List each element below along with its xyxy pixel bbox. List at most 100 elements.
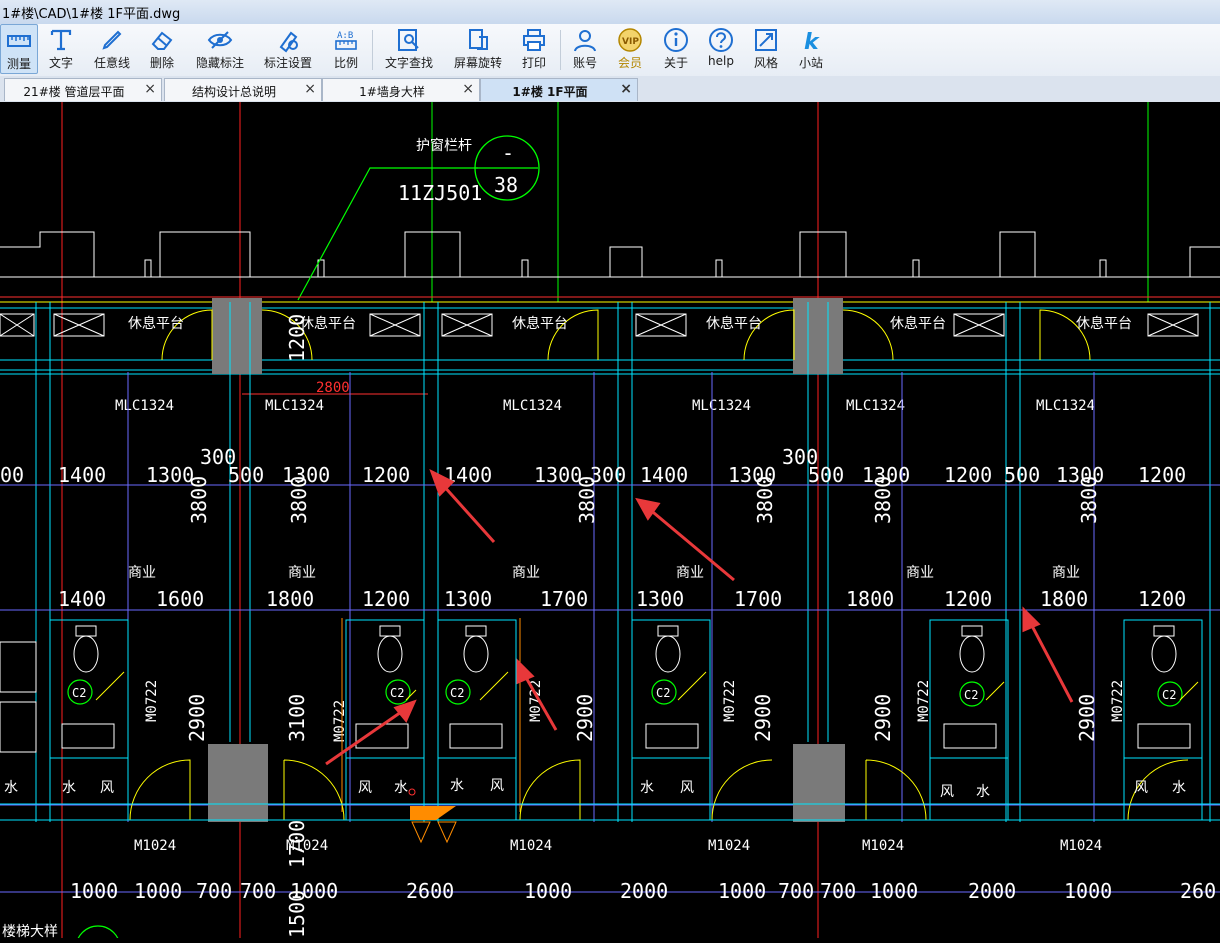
close-icon[interactable]: × [304,81,316,97]
dim-2800: 2800 [316,380,350,396]
dim-value: 1400 [58,463,106,487]
help-button[interactable]: help [702,24,740,74]
about-label: 关于 [663,56,688,70]
vip-button[interactable]: VIP 会员 [610,24,650,74]
freeline-label: 任意线 [93,56,130,70]
hide-annotation-button[interactable]: 隐藏标注 [190,24,250,74]
callout-top: - [502,141,514,165]
svg-text:A:B: A:B [337,31,353,41]
info-icon [664,28,688,52]
annotation-settings-label: 标注设置 [263,56,312,70]
window-code: MLC1324 [503,398,562,414]
svg-text:k: k [804,30,820,53]
shop-label: 商业 [288,565,316,581]
dim-value: 500 [808,463,844,487]
wind-label: 风 [940,784,954,800]
shop-label: 商业 [128,565,156,581]
wind-label: 风 [1134,780,1148,796]
water-label: 水 [1172,780,1186,796]
dim-2900: 2900 [871,694,895,742]
dim-value: 1800 [266,587,314,611]
dim-value: 1000 [718,879,766,903]
measure-label: 测量 [6,57,31,71]
measure-icon [7,35,31,47]
delete-button[interactable]: 删除 [142,24,182,74]
style-icon [755,29,777,51]
close-icon[interactable]: × [462,81,474,97]
scale-button[interactable]: A:B 比例 [326,24,366,74]
toilet-code: C2 [1162,688,1176,702]
scale-label: 比例 [333,56,358,70]
rotate-screen-icon [469,29,488,50]
pen-icon [102,30,122,50]
door-code-small: M0722 [916,680,932,722]
toilet-code: C2 [390,686,404,700]
text-button[interactable]: 文字 [42,24,80,74]
measure-button[interactable]: 测量 [0,24,38,74]
tab-1f-plan[interactable]: 1#楼 1F平面 × [480,78,638,101]
text-search-button[interactable]: 文字查找 [378,24,440,74]
freeline-button[interactable]: 任意线 [88,24,136,74]
dim-3100: 3100 [285,694,309,742]
dim-3800: 3800 [575,476,599,524]
delete-label: 删除 [149,56,174,70]
dim-2900: 2900 [185,694,209,742]
annotation-settings-icon [279,31,298,53]
dim-value: 1700 [540,587,588,611]
hide-eye-icon [207,31,233,49]
tab-structure-notes[interactable]: 结构设计总说明 × [164,78,322,101]
close-icon[interactable]: × [144,81,156,97]
hide-annotation-label: 隐藏标注 [195,56,244,70]
door-code-main: M1024 [1060,838,1102,854]
close-icon[interactable]: × [620,81,632,97]
dim-value: 1200 [944,587,992,611]
dim-3800: 3800 [753,476,777,524]
about-button[interactable]: 关于 [656,24,696,74]
dim-value: 2600 [406,879,454,903]
document-tabbar: 21#楼 管道层平面 × 结构设计总说明 × 1#墙身大样 × 1#楼 1F平面… [0,76,1220,103]
door-code-main: M1024 [862,838,904,854]
water-label: 水 [394,780,408,796]
style-label: 风格 [753,56,778,70]
door-code-main: M1024 [708,838,750,854]
dim-value: 500 [1004,463,1040,487]
style-button[interactable]: 风格 [746,24,786,74]
tab-pipe-floor[interactable]: 21#楼 管道层平面 × [4,78,162,101]
text-icon [50,29,72,51]
wind-label: 风 [358,780,372,796]
rest-platform-label: 休息平台 [1076,315,1132,332]
text-search-icon [398,29,419,51]
dim-value: 1600 [156,587,204,611]
dim-value: 1200 [362,587,410,611]
dim-value: 1000 [70,879,118,903]
water-label: 水 [62,780,76,796]
dim-2900: 2900 [751,694,775,742]
tab-label: 21#楼 管道层平面 [23,85,125,99]
callout-title: 护窗栏杆 [416,137,472,154]
help-label: help [708,54,734,68]
account-button[interactable]: 账号 [566,24,604,74]
window-titlebar: 1#楼\CAD\1#楼 1F平面.dwg [0,0,1220,25]
door-code-small: M0722 [144,680,160,722]
rotate-screen-button[interactable]: 屏幕旋转 [448,24,508,74]
annotation-settings-button[interactable]: 标注设置 [258,24,318,74]
window-code: MLC1324 [846,398,905,414]
dim-1700: 1700 [285,820,309,868]
print-button[interactable]: 打印 [514,24,554,74]
toolbar-divider [372,30,373,70]
window-title: 1#楼\CAD\1#楼 1F平面.dwg [2,7,181,22]
cad-drawing-canvas[interactable]: 护窗栏杆 11ZJ501 - 38 休息平台 休息平台 休息平台 休息平台 休息… [0,102,1220,943]
dim-value: 2000 [968,879,1016,903]
dim-3800: 3800 [187,476,211,524]
account-label: 账号 [572,56,597,70]
station-button[interactable]: k 小站 [792,24,830,74]
station-k-icon: k [804,30,820,53]
door-code-main: M1024 [510,838,552,854]
callout-num: 38 [494,173,518,197]
tab-wall-detail[interactable]: 1#墙身大样 × [322,78,480,101]
help-icon [709,28,733,52]
door-code-small: M0722 [332,700,348,742]
window-code: MLC1324 [692,398,751,414]
dimension-row-3: 1000 1000 700 700 1000 2600 1000 2000 10… [70,879,1216,903]
toilet-code: C2 [450,686,464,700]
